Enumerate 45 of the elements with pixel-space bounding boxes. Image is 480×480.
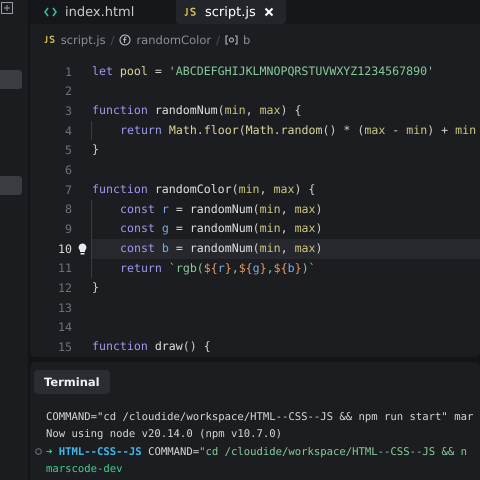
code-line: function randomColor(min, max) { [91, 180, 316, 198]
line-number: 5 [64, 143, 72, 158]
code-line: return `rgb(${r},${g},${b})` [91, 258, 480, 278]
line-number: 13 [57, 300, 72, 315]
line-number: 3 [64, 104, 72, 118]
breadcrumb-item[interactable]: b [242, 32, 250, 47]
terminal-line: Now using node v20.14.0 (npm v10.7.0) [45, 428, 282, 440]
breadcrumb-item[interactable]: randomColor [136, 32, 212, 47]
code-line: let pool = 'ABCDEFGHIJKLMNOPQRSTUVWXYZ1234567890' [91, 62, 436, 80]
line-number: 1 [64, 64, 72, 79]
line-number: 4 [64, 124, 72, 138]
close-icon[interactable] [264, 7, 274, 17]
code-icon [44, 7, 57, 17]
line-number: 12 [57, 281, 72, 296]
line-number: 15 [57, 340, 72, 354]
terminal-tab[interactable]: Terminal [34, 370, 110, 394]
js-file-icon [184, 7, 197, 17]
status-circle-icon [35, 448, 42, 456]
code-line: } [91, 279, 100, 296]
code-line: function randomNum(min, max) { [91, 102, 302, 120]
terminal-line: marscode-dev [45, 463, 123, 476]
line-number: 10 [57, 242, 72, 256]
line-number: 14 [57, 320, 72, 334]
line-number: 8 [64, 202, 72, 216]
terminal-line: COMMAND="cd /cloudide/workspace/HTML--CSS--JS && npm run start" mar [45, 410, 474, 423]
lightbulb-icon[interactable] [78, 242, 86, 255]
variable-icon [224, 34, 238, 45]
line-number: 6 [64, 162, 72, 177]
code-line: return Math.floor(Math.random() * (max - min) + min [91, 120, 480, 140]
line-number: 7 [64, 182, 72, 197]
line-number: 11 [57, 261, 72, 276]
breadcrumb-separator: / [110, 32, 114, 47]
code-line: const r = randomNum(min, max) [91, 200, 480, 220]
add-folder-icon[interactable] [1, 2, 13, 14]
file-tab[interactable]: script.js [176, 0, 286, 24]
function-icon [119, 34, 132, 46]
file-tab[interactable]: index.html [36, 0, 176, 24]
breadcrumb-item[interactable]: script.js [60, 32, 106, 47]
terminal-line: ➜ HTML--CSS--JS COMMAND="cd /cloudide/workspace/HTML--CSS--JS && n [46, 446, 467, 458]
line-number: 9 [64, 222, 72, 236]
breadcrumb-separator: / [216, 32, 220, 47]
js-file-icon [44, 35, 56, 44]
code-line: function draw() { [91, 338, 212, 356]
line-number: 2 [64, 84, 72, 98]
code-line: } [91, 141, 100, 158]
